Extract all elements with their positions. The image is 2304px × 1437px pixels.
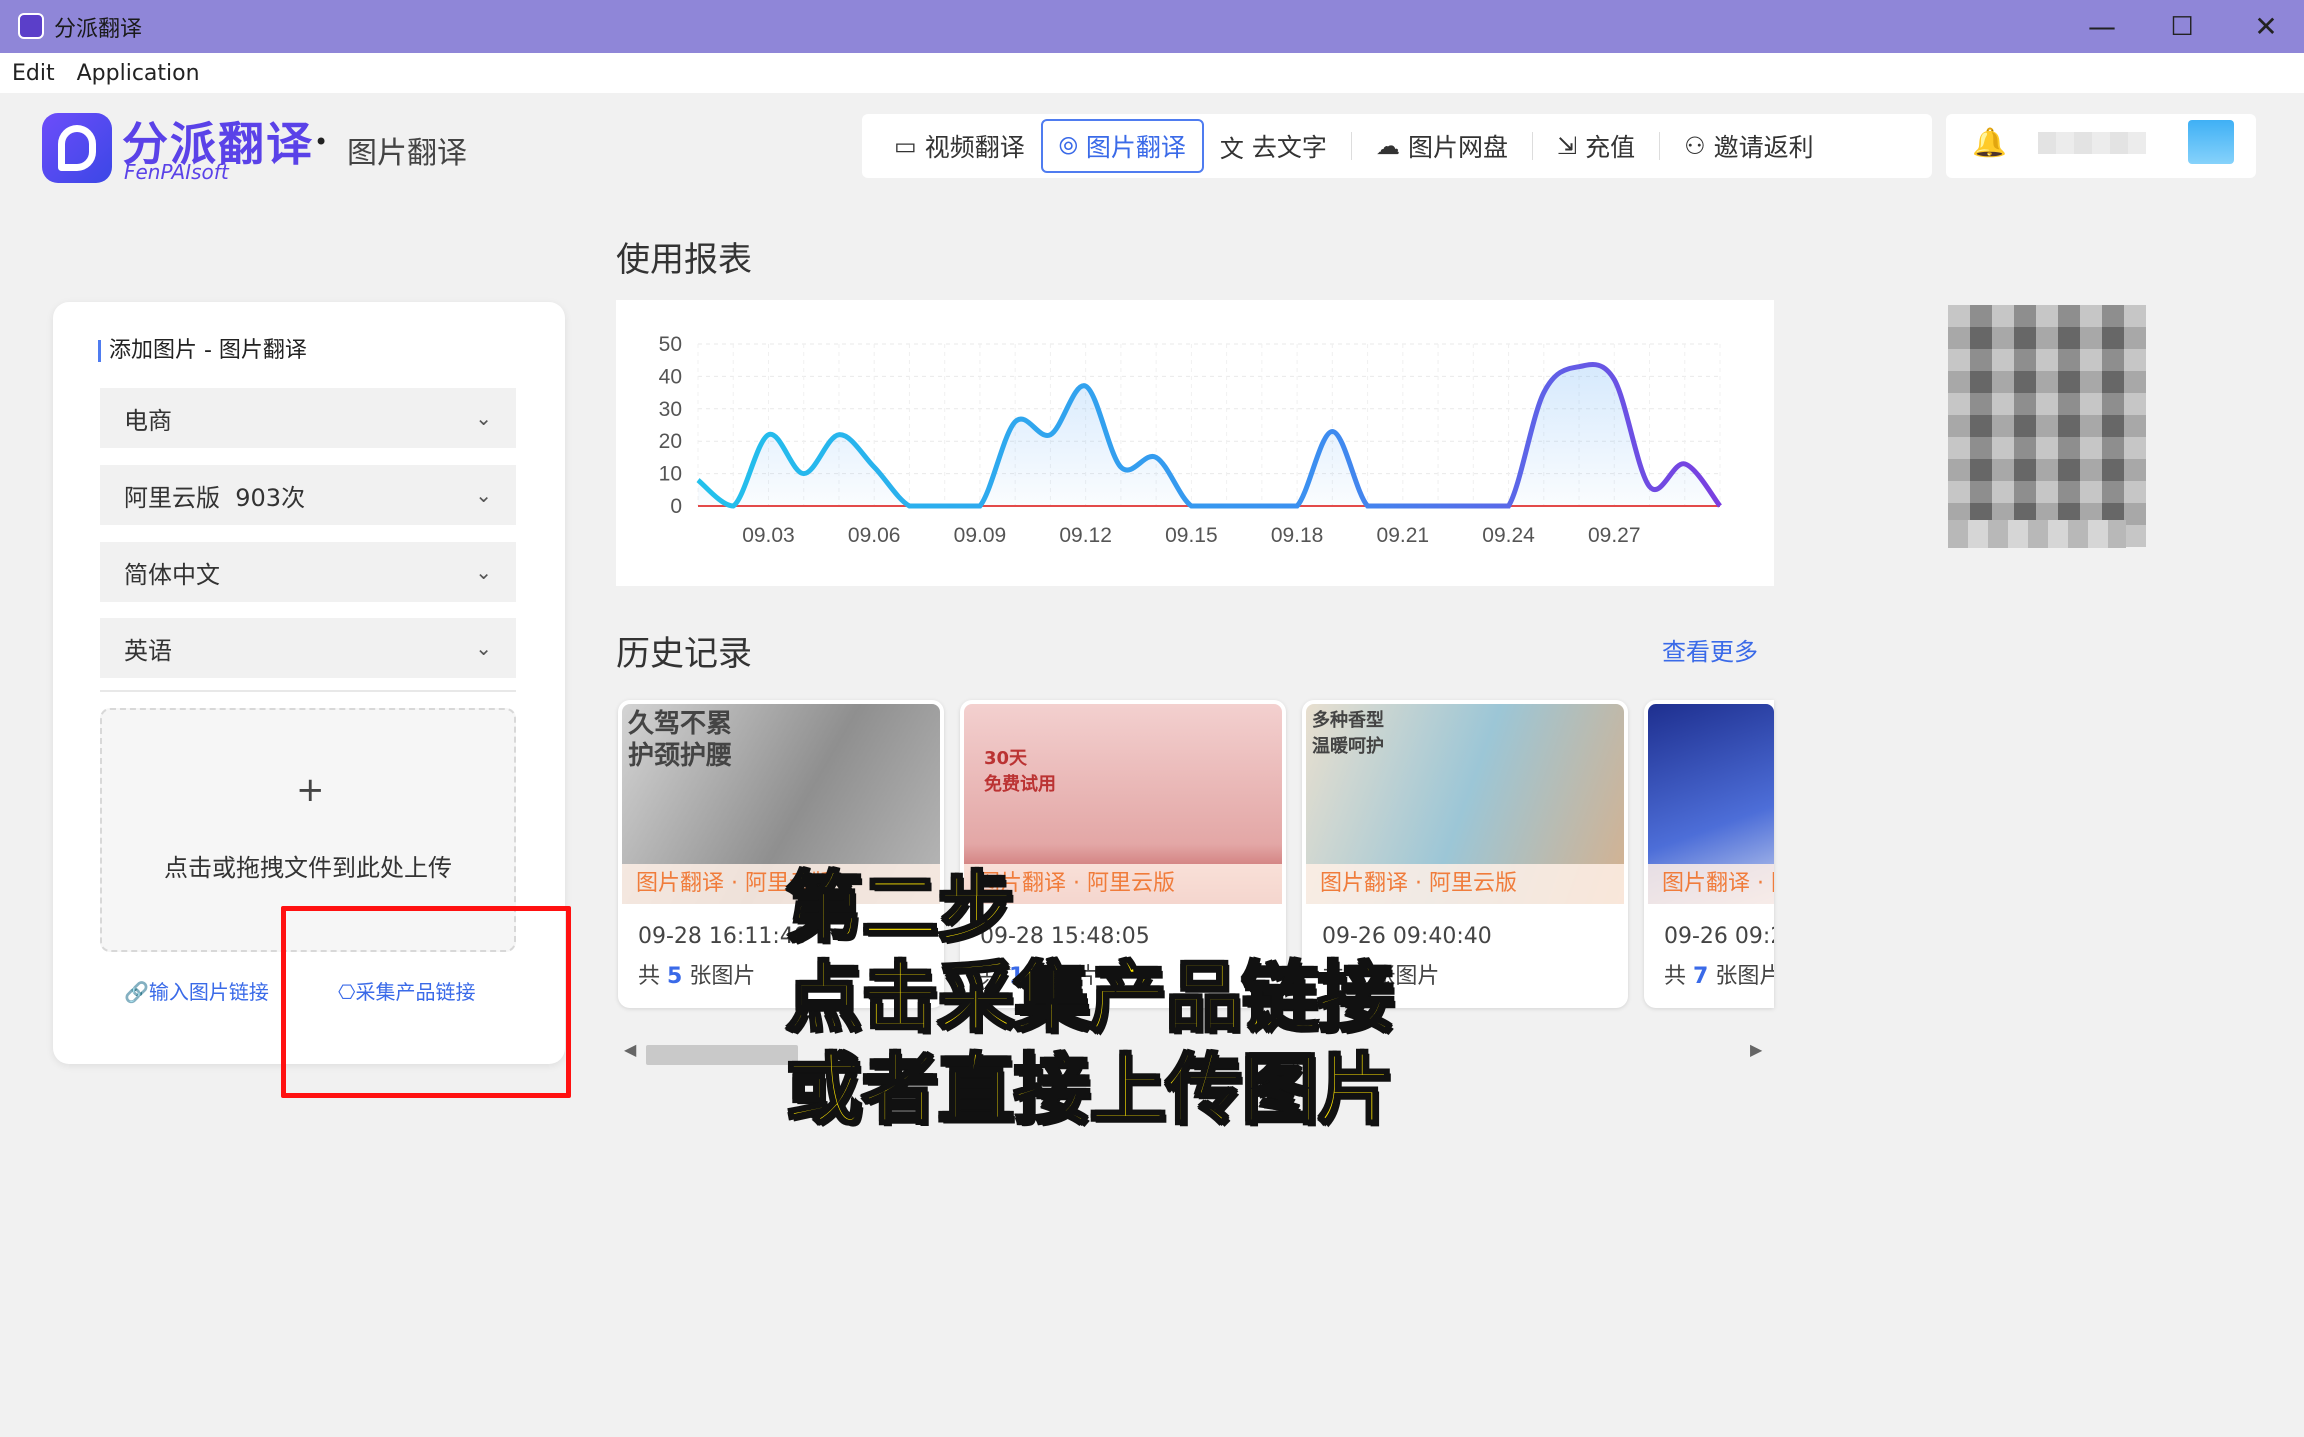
usage-title: 使用报表 bbox=[616, 240, 752, 280]
select-value: 阿里云版 903次 bbox=[124, 483, 306, 512]
y-tick-label: 30 bbox=[659, 398, 682, 421]
view-more-link[interactable]: 查看更多 bbox=[1662, 632, 1758, 667]
brand-name-en: FenPAIsoft bbox=[124, 160, 229, 184]
video-icon: ▭ bbox=[894, 132, 917, 160]
menu-bar: Edit Application bbox=[0, 53, 2304, 93]
history-date: 09-28 16:11:40 bbox=[638, 924, 808, 949]
chevron-down-icon: ⌄ bbox=[475, 560, 492, 584]
x-tick-label: 09.27 bbox=[1588, 524, 1641, 547]
series-area bbox=[698, 364, 1720, 506]
select-value: 电商 bbox=[124, 406, 172, 435]
cloud-icon: ☁ bbox=[1375, 132, 1400, 160]
plus-icon: + bbox=[296, 770, 325, 810]
dropzone-text: 点击或拖拽文件到此处上传 bbox=[164, 854, 452, 882]
overlay-caption-line: 第二步 bbox=[785, 863, 1016, 952]
nav-label: 充值 bbox=[1585, 133, 1636, 162]
x-tick-label: 09.21 bbox=[1377, 524, 1430, 547]
close-button[interactable]: ✕ bbox=[2226, 0, 2304, 53]
nav-invite[interactable]: ⚇ 邀请返利 bbox=[1668, 119, 1830, 173]
app-icon bbox=[18, 13, 44, 39]
count-number: 5 bbox=[667, 964, 683, 989]
thumbnail-text: 多种香型 温暖呵护 bbox=[1312, 710, 1384, 757]
qr-caption-redacted bbox=[1948, 520, 2126, 548]
nav-video-translate[interactable]: ▭ 视频翻译 bbox=[878, 119, 1041, 173]
nav-divider bbox=[1659, 132, 1661, 160]
count-suffix: 张图片 bbox=[689, 964, 756, 989]
username-redacted[interactable] bbox=[2038, 132, 2146, 154]
x-tick-label: 09.09 bbox=[954, 524, 1007, 547]
nav-label: 图片翻译 bbox=[1085, 133, 1186, 162]
chevron-down-icon: ⌄ bbox=[475, 636, 492, 660]
top-nav: ▭ 视频翻译 ⦾ 图片翻译 文去文字 ☁ 图片网盘 ⇲ 充值 ⚇ 邀请返利 bbox=[862, 114, 1932, 178]
y-tick-label: 0 bbox=[670, 495, 682, 518]
overlay-caption-line: 或者直接上传图片 bbox=[785, 1045, 1396, 1134]
qr-code-overlay bbox=[1948, 305, 2146, 547]
select-value: 简体中文 bbox=[124, 560, 220, 589]
image-translate-icon: ⦾ bbox=[1058, 132, 1078, 160]
logo-icon bbox=[42, 113, 112, 183]
nav-divider bbox=[1531, 132, 1533, 160]
y-tick-label: 20 bbox=[659, 430, 682, 453]
thumbnail-text: 30天 免费试用 bbox=[984, 748, 1056, 795]
highlight-box bbox=[281, 906, 571, 1098]
y-tick-label: 50 bbox=[659, 333, 682, 356]
count-prefix: 共 bbox=[638, 964, 661, 989]
translate-icon: 文 bbox=[1219, 134, 1244, 163]
horizontal-scrollbar[interactable] bbox=[646, 1045, 798, 1065]
x-tick-label: 09.15 bbox=[1165, 524, 1218, 547]
select-value: 英语 bbox=[124, 636, 172, 665]
x-tick-label: 09.12 bbox=[1059, 524, 1112, 547]
nav-label: 邀请返利 bbox=[1713, 133, 1814, 162]
panel-title: 添加图片 - 图片翻译 bbox=[98, 340, 307, 362]
user-add-icon: ⚇ bbox=[1684, 132, 1706, 160]
menu-edit[interactable]: Edit bbox=[12, 61, 55, 86]
avatar[interactable] bbox=[2188, 120, 2234, 164]
nav-cloud-drive[interactable]: ☁ 图片网盘 bbox=[1360, 119, 1524, 173]
minimize-button[interactable]: — bbox=[2062, 0, 2142, 53]
nav-image-translate[interactable]: ⦾ 图片翻译 bbox=[1040, 119, 1204, 173]
maximize-button[interactable]: ☐ bbox=[2142, 0, 2222, 53]
nav-recharge[interactable]: ⇲ 充值 bbox=[1541, 119, 1651, 173]
x-tick-label: 09.24 bbox=[1482, 524, 1535, 547]
nav-divider bbox=[1350, 132, 1352, 160]
login-icon: ⇲ bbox=[1556, 132, 1578, 160]
bell-icon[interactable]: 🔔 bbox=[1972, 126, 2007, 159]
chevron-down-icon: ⌄ bbox=[475, 406, 492, 430]
source-language-select[interactable]: 简体中文 ⌄ bbox=[100, 542, 516, 602]
chevron-down-icon: ⌄ bbox=[475, 483, 492, 507]
title-bar bbox=[0, 0, 2304, 53]
usage-chart: 0 10 20 30 40 50 09.03 09.06 09.09 09.12 09.15 09.1… bbox=[659, 333, 1722, 547]
window-title: 分派翻译 bbox=[54, 17, 143, 42]
usage-chart-card: 0 10 20 30 40 50 09.03 09.06 09.09 09.12 09.15 09.1… bbox=[616, 300, 1774, 586]
y-tick-label: 40 bbox=[659, 365, 682, 388]
scroll-left-icon[interactable]: ◀ bbox=[624, 1040, 636, 1059]
x-tick-label: 09.03 bbox=[742, 524, 795, 547]
x-tick-label: 09.06 bbox=[848, 524, 901, 547]
page-title: 图片翻译 bbox=[347, 136, 467, 171]
menu-application[interactable]: Application bbox=[77, 61, 200, 86]
y-tick-label: 10 bbox=[659, 463, 682, 486]
nav-label: 去文字 bbox=[1251, 133, 1327, 162]
brand-separator: • bbox=[314, 128, 329, 156]
nav-label: 图片网盘 bbox=[1407, 133, 1508, 162]
input-image-link[interactable]: 🔗输入图片链接 bbox=[124, 976, 269, 1005]
history-title: 历史记录 bbox=[616, 634, 752, 674]
nav-label: 视频翻译 bbox=[924, 133, 1025, 162]
overlay-caption-line: 点击采集产品链接 bbox=[785, 953, 1396, 1042]
target-language-select[interactable]: 英语 ⌄ bbox=[100, 618, 516, 678]
scene-select[interactable]: 电商 ⌄ bbox=[100, 388, 516, 448]
engine-select[interactable]: 阿里云版 903次 ⌄ bbox=[100, 465, 516, 525]
x-tick-label: 09.18 bbox=[1271, 524, 1324, 547]
divider bbox=[100, 690, 516, 692]
thumbnail-text: 久驾不累 护颈护腰 bbox=[628, 709, 733, 771]
nav-remove-text[interactable]: 文去文字 bbox=[1204, 119, 1343, 173]
history-count: 共 5 张图片 bbox=[638, 958, 755, 990]
